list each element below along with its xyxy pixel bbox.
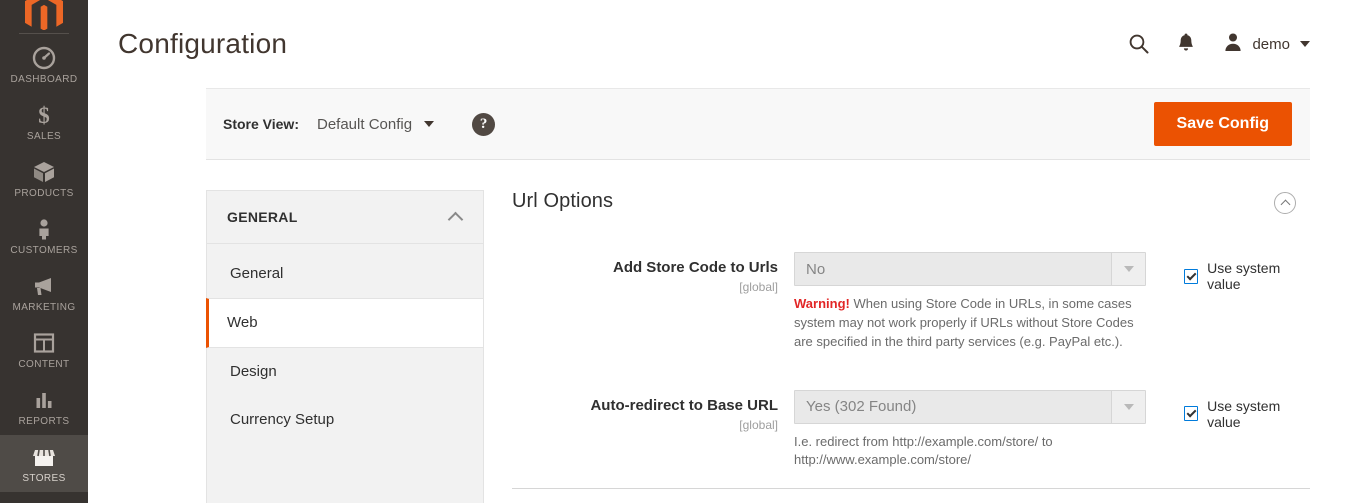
triangle-down-glyph (1123, 266, 1134, 272)
triangle-down-icon (1111, 390, 1145, 423)
field-scope-label: [global] (739, 280, 778, 294)
sidebar-item-dashboard[interactable]: DASHBOARD (0, 36, 88, 93)
sidebar-item-stores[interactable]: STORES (0, 435, 88, 492)
page-title: Configuration (118, 28, 288, 59)
store-view-value: Default Config (317, 115, 413, 133)
dashboard-gauge-icon (2, 45, 86, 71)
select-value: No (806, 260, 826, 278)
config-form-panel: Url Options Add Store Code to Urls [glob… (484, 190, 1310, 503)
admin-page: DASHBOARD $ SALES PRODUCTS CUSTOMERS MAR… (0, 0, 1350, 503)
chevron-up-glyph (1280, 199, 1290, 210)
field-scope-label: [global] (739, 417, 778, 432)
storefront-awning-icon (2, 444, 86, 470)
bar-chart-icon (2, 387, 86, 413)
field-label: Auto-redirect to Base URL (590, 396, 778, 414)
main-content: Configuration demo Store View: Default C… (88, 0, 1350, 503)
sidebar-divider (19, 33, 69, 34)
config-body: GENERAL General Web Design Currency Setu… (206, 190, 1310, 503)
chevron-up-icon (447, 211, 464, 227)
triangle-down-glyph (1123, 403, 1134, 410)
field-checkbox-group: Use system value (1146, 390, 1310, 430)
layout-grid-icon (2, 330, 86, 356)
field-label-group: Auto-redirect to Base URL [global] (512, 390, 794, 432)
checkbox-label: Use system value (1207, 260, 1281, 292)
box-icon (2, 159, 86, 185)
use-system-value-checkbox[interactable]: Use system value (1184, 260, 1310, 292)
sidebar-item-label: DASHBOARD (10, 74, 78, 85)
field-control-group: No Warning! When using Store Code in URL… (794, 252, 1146, 352)
warning-label: Warning! (794, 296, 850, 311)
dollar-sign-icon: $ (2, 102, 86, 128)
sidebar-item-content[interactable]: CONTENT (0, 321, 88, 378)
field-note: Warning! When using Store Code in URLs, … (794, 295, 1146, 352)
sidebar-item-label: PRODUCTS (14, 188, 74, 199)
chevron-up-circle-icon[interactable] (1274, 192, 1296, 214)
config-nav-item-general[interactable]: General (207, 250, 483, 298)
user-avatar-icon (1222, 31, 1244, 57)
checkbox-box (1184, 406, 1199, 422)
store-view-switcher[interactable]: Default Config (317, 115, 435, 133)
svg-text:$: $ (38, 103, 50, 128)
add-store-code-to-urls-select[interactable]: No (794, 252, 1146, 286)
save-config-button[interactable]: Save Config (1153, 102, 1292, 146)
section-title: Url Options (512, 190, 614, 212)
config-nav-item-currency-setup[interactable]: Currency Setup (207, 396, 483, 444)
magento-logo-icon[interactable] (0, 0, 88, 30)
chevron-down-icon (1300, 41, 1310, 47)
triangle-down-icon (1111, 253, 1145, 285)
config-nav-group-label: GENERAL (227, 209, 298, 225)
use-system-value-checkbox[interactable]: Use system value (1184, 398, 1310, 430)
sidebar-item-label: CUSTOMERS (10, 245, 78, 256)
field-row-auto-redirect-to-base-url: Auto-redirect to Base URL [global] Yes (… (512, 389, 1310, 471)
config-nav-group-general[interactable]: GENERAL (207, 191, 483, 244)
store-view-label: Store View: (223, 116, 299, 132)
person-icon (2, 216, 86, 242)
check-mark-icon (1186, 407, 1196, 418)
checkbox-box (1184, 268, 1199, 284)
sidebar-nav-list: DASHBOARD $ SALES PRODUCTS CUSTOMERS MAR… (0, 36, 88, 492)
field-row-add-store-code-to-urls: Add Store Code to Urls [global] No Warni… (512, 252, 1310, 352)
config-nav-items: General Web Design Currency Setup (206, 244, 483, 444)
sidebar-item-products[interactable]: PRODUCTS (0, 150, 88, 207)
sidebar-item-customers[interactable]: CUSTOMERS (0, 207, 88, 264)
megaphone-icon (2, 273, 86, 299)
sidebar-item-label: SALES (26, 131, 62, 142)
field-checkbox-group: Use system value (1146, 252, 1310, 292)
sidebar-item-sales[interactable]: $ SALES (0, 93, 88, 150)
header-tools: demo (1128, 31, 1310, 57)
admin-sidebar: DASHBOARD $ SALES PRODUCTS CUSTOMERS MAR… (0, 0, 88, 503)
chevron-down-icon (424, 121, 435, 127)
config-nav-panel: GENERAL General Web Design Currency Setu… (206, 190, 484, 503)
section-header-url-options: Url Options (512, 190, 1310, 214)
check-mark-icon (1186, 270, 1196, 280)
user-menu[interactable]: demo (1222, 31, 1310, 57)
config-nav-item-design[interactable]: Design (207, 348, 483, 396)
page-header: Configuration demo (88, 0, 1350, 88)
user-name-label: demo (1252, 35, 1290, 53)
field-label-group: Add Store Code to Urls [global] (512, 252, 794, 294)
auto-redirect-to-base-url-select[interactable]: Yes (302 Found) (794, 389, 1146, 424)
sidebar-item-label: REPORTS (18, 416, 70, 427)
checkbox-label: Use system value (1207, 397, 1281, 430)
store-view-left: Store View: Default Config ? (223, 112, 496, 136)
field-note: I.e. redirect from http://example.com/st… (794, 433, 1053, 468)
section-divider (512, 488, 1310, 489)
sidebar-item-label: MARKETING (12, 302, 76, 313)
field-control-group: Yes (302 Found) I.e. redirect from http:… (794, 389, 1146, 471)
search-icon[interactable] (1128, 33, 1150, 55)
config-nav-item-web[interactable]: Web (206, 298, 483, 348)
question-mark-help-icon[interactable]: ? (472, 112, 496, 136)
sidebar-item-label: CONTENT (18, 359, 70, 370)
select-value: Yes (302 Found) (806, 398, 917, 416)
bell-icon[interactable] (1176, 33, 1196, 55)
sidebar-item-reports[interactable]: REPORTS (0, 378, 88, 435)
sidebar-item-label: STORES (22, 473, 66, 484)
field-label: Add Store Code to Urls (612, 259, 778, 276)
store-view-bar: Store View: Default Config ? Save Config (206, 88, 1310, 160)
sidebar-item-marketing[interactable]: MARKETING (0, 264, 88, 321)
magento-logo-glyph (25, 0, 63, 30)
